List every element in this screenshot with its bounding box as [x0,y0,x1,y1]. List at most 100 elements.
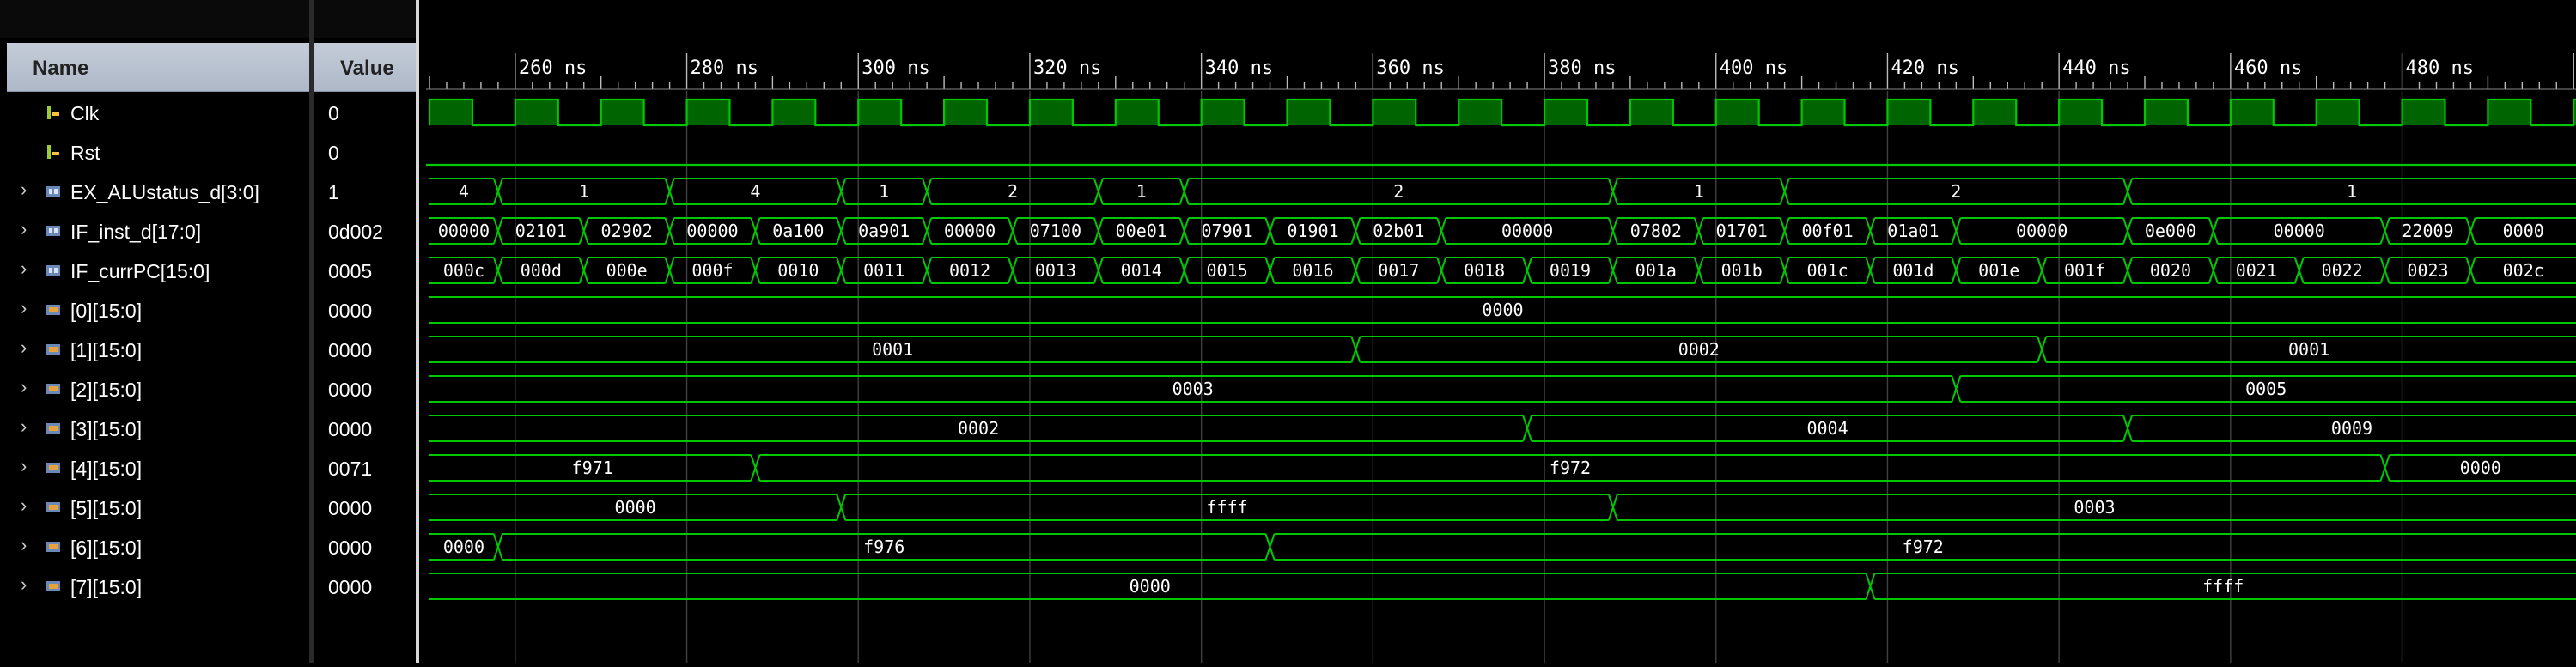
expand-chevron-icon[interactable]: › [21,494,38,518]
bus-value-label: ffff [2202,576,2244,597]
signal-row[interactable]: › [7][15:0] [0,567,309,606]
signal-name: [3][15:0] [70,418,143,440]
signal-name-panel: Name Clk Rst › EX_ALUstatus_d[3:0] › IF_inst_… [0,0,309,663]
time-tick-label: 320 ns [1033,58,1101,79]
bus-value-label: 0002 [1678,339,1720,360]
expand-chevron-icon[interactable]: › [21,337,38,361]
signal-row[interactable]: Clk [0,93,309,132]
signal-name: [4][15:0] [70,458,143,480]
expand-chevron-icon[interactable]: › [21,297,38,321]
bus-value-label: 02101 [515,221,567,241]
signal-value: 0d002 [328,221,383,243]
expand-chevron-icon[interactable]: › [21,455,38,479]
value-column-header[interactable]: Value [314,43,416,92]
bus-value-label: 0017 [1378,260,1419,281]
array-signal-icon [45,578,62,595]
bus-value-label: 0000 [2460,458,2501,478]
signal-name: Rst [70,142,100,164]
clock-high-pulse [1629,100,1673,125]
waveform-panel[interactable]: 260 ns 280 ns 300 ns 320 ns 340 ns 360 ns 380 … [426,0,2576,663]
signal-value: 0000 [328,497,373,519]
bus-value-label: 0013 [1035,260,1076,281]
bus-value-label: 000e [606,260,648,281]
bus-value-label: 0011 [863,260,904,281]
bus-value-label: 1 [579,181,589,202]
bus-value-label: 00000 [2016,221,2067,241]
signal-value: 0000 [328,379,373,401]
bus-value-label: 0012 [949,260,990,281]
signal-row[interactable]: › [4][15:0] [0,448,309,488]
bus-value-label: 0016 [1292,260,1333,281]
panel-splitter[interactable] [416,0,426,663]
bus-value-label: 001d [1892,260,1934,281]
bus-value-label: 00000 [686,221,738,241]
expand-chevron-icon[interactable]: › [21,534,38,558]
name-column-header-label: Name [33,57,89,80]
bus-value-label: 0e000 [2145,221,2196,241]
clock-high-pulse [1544,100,1587,125]
bus-value-label: 0000 [2503,221,2544,241]
expand-chevron-icon[interactable]: › [21,258,38,282]
bus-value-label: 001a [1635,260,1677,281]
bus-value-label: 4 [750,181,760,202]
signal-value: 0000 [328,537,373,559]
bit-signal-icon [45,104,62,121]
signal-row[interactable]: › [1][15:0] [0,330,309,369]
expand-chevron-icon[interactable]: › [21,573,38,597]
bus-value-label: 0010 [777,260,819,281]
bus-value-label: 0021 [2236,260,2277,281]
bus-value-label: 00000 [2274,221,2325,241]
clock-high-pulse [1029,100,1073,125]
expand-chevron-icon[interactable]: › [21,218,38,242]
bus-value-label: 0000 [443,537,484,557]
signal-row[interactable]: Rst [0,132,309,172]
signal-value: 0 [328,102,339,124]
array-signal-icon [45,538,62,555]
array-signal-icon [45,301,62,318]
time-tick-label: 400 ns [1720,58,1787,79]
signal-name: [7][15:0] [70,576,143,598]
expand-chevron-icon[interactable]: › [21,179,38,203]
name-column-header[interactable]: Name [7,43,309,92]
expand-chevron-icon[interactable]: › [21,376,38,400]
clock-high-pulse [2059,100,2103,125]
signal-row[interactable]: › [6][15:0] [0,527,309,567]
bus-value-label: 000f [691,260,733,281]
bus-value-label: 2 [1951,181,1961,202]
bus-signal-icon [45,262,62,279]
bus-value-label: 2 [1393,181,1404,202]
signal-row[interactable]: › IF_inst_d[17:0] [0,211,309,251]
expand-chevron-icon[interactable]: › [21,415,38,440]
signal-row[interactable]: › EX_ALUstatus_d[3:0] [0,172,309,211]
bus-value-label: 000c [443,260,484,281]
bus-value-label: 0003 [1172,379,1214,399]
bus-value-label: 1 [1694,181,1704,202]
name-panel-toolbar [0,0,309,38]
bus-value-label: 22009 [2402,221,2453,241]
time-tick-label: 260 ns [519,58,587,79]
signal-value: 0005 [328,260,373,282]
waveform-viewer: Name Clk Rst › EX_ALUstatus_d[3:0] › IF_inst_… [0,0,2576,663]
clock-high-pulse [1287,100,1331,125]
clock-high-pulse [1201,100,1245,125]
signal-row[interactable]: › [3][15:0] [0,409,309,448]
waveform-canvas[interactable]: 260 ns 280 ns 300 ns 320 ns 340 ns 360 ns 380 … [426,0,2576,663]
bus-value-label: 0022 [2322,260,2363,281]
clock-high-pulse [1459,100,1502,125]
value-panel-toolbar [314,0,416,38]
bus-value-label: 0005 [2245,379,2287,399]
bus-value-label: 0018 [1464,260,1505,281]
clock-high-pulse [1973,100,2017,125]
clock-high-pulse [1801,100,1845,125]
signal-row[interactable]: › IF_currPC[15:0] [0,251,309,290]
bus-value-label: 2 [1008,181,1018,202]
signal-row[interactable]: › [2][15:0] [0,369,309,409]
bus-value-label: 0003 [2074,497,2115,518]
signal-value-panel: Value [314,0,416,663]
signal-row[interactable]: › [5][15:0] [0,488,309,527]
clock-high-pulse [600,100,644,125]
bus-value-label: 0000 [1130,576,1171,597]
signal-row[interactable]: › [0][15:0] [0,290,309,330]
bus-value-label: 07100 [1030,221,1081,241]
clock-high-pulse [2230,100,2274,125]
